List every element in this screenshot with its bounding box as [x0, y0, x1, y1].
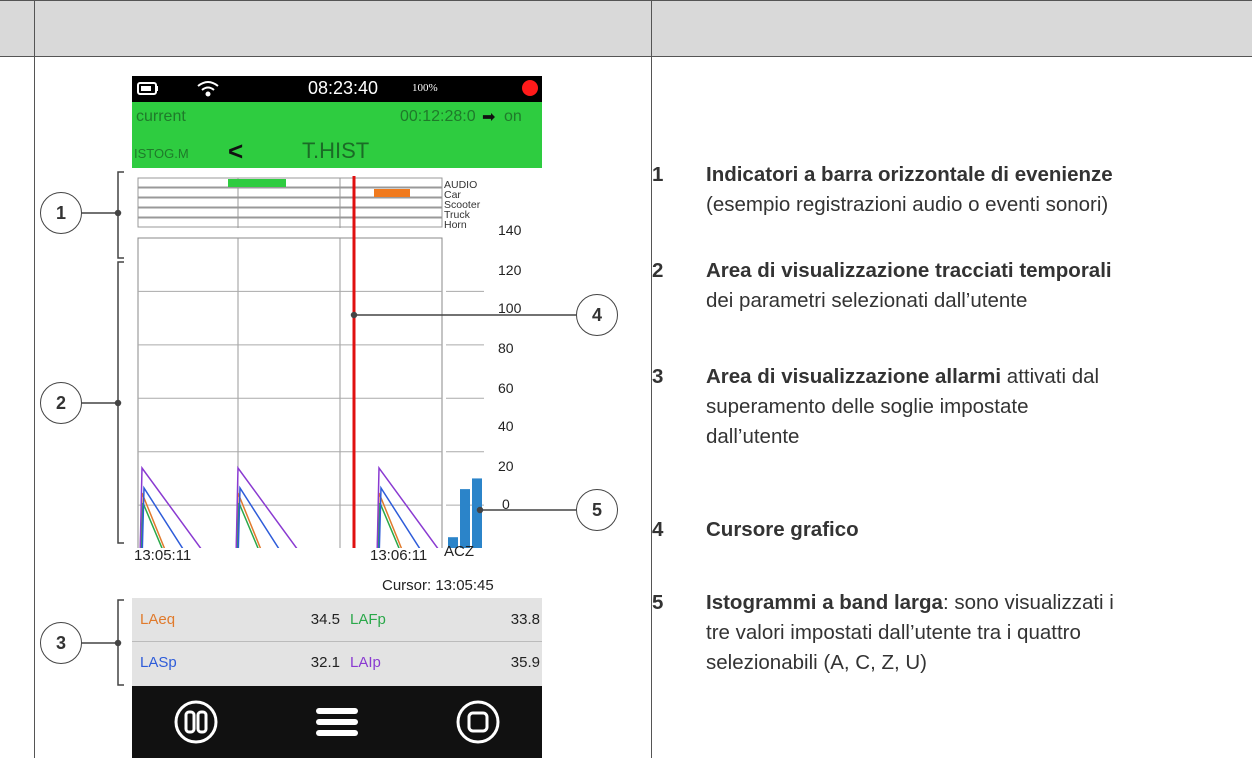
callout-3: 3 [40, 622, 82, 664]
legend-rest: : sono visualizzati i [942, 591, 1114, 614]
legend-item-1: 1 Indicatori a barra orizzontale di even… [652, 160, 1252, 230]
legend-line2: dei parametri selezionati dall’utente [706, 289, 1028, 312]
callout-lines [80, 171, 576, 686]
legend-number: 3 [652, 365, 664, 388]
legend-line2: superamento delle soglie impostate [706, 395, 1029, 418]
legend-number: 4 [652, 518, 664, 541]
legend-item-3: 3 Area di visualizzazione allarmi attiva… [652, 362, 1252, 462]
legend-line2: (esempio registrazioni audio o eventi so… [706, 193, 1109, 216]
legend-bold: Area di visualizzazione tracciati tempor… [706, 259, 1112, 282]
legend-item-4: 4 Cursore grafico [652, 515, 1252, 547]
legend-line2: tre valori impostati dall’utente tra i q… [706, 621, 1081, 644]
legend-line3: dall’utente [706, 425, 800, 448]
legend-bold: Indicatori a barra orizzontale di evenie… [706, 163, 1113, 186]
legend-item-5: 5 Istogrammi a band larga: sono visualiz… [652, 588, 1252, 688]
callout-1: 1 [40, 192, 82, 234]
legend-number: 2 [652, 259, 664, 282]
callout-2: 2 [40, 382, 82, 424]
legend-rest: attivati dal [1001, 365, 1100, 388]
legend-number: 5 [652, 591, 664, 614]
callout-5: 5 [576, 489, 618, 531]
legend-item-2: 2 Area di visualizzazione tracciati temp… [652, 256, 1252, 326]
legend-bold: Cursore grafico [706, 518, 859, 541]
callout-4: 4 [576, 294, 618, 336]
legend-bold: Istogrammi a band larga [706, 591, 943, 614]
legend-line3: selezionabili (A, C, Z, U) [706, 651, 928, 674]
legend-number: 1 [652, 163, 664, 186]
legend-bold: Area di visualizzazione allarmi [706, 365, 1002, 388]
